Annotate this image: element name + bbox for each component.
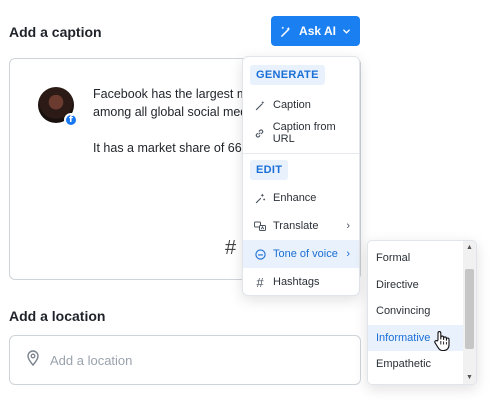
menu-item-enhance[interactable]: Enhance — [243, 184, 359, 212]
tone-option-formal[interactable]: Formal — [368, 245, 463, 272]
location-pin-icon — [26, 349, 40, 371]
magic-wand-icon — [253, 100, 267, 111]
menu-item-label: Hashtags — [273, 276, 320, 288]
scroll-down-icon[interactable]: ▼ — [465, 374, 474, 381]
tone-option-convincing[interactable]: Convincing — [368, 298, 463, 325]
menu-item-label: Translate — [273, 220, 319, 232]
translate-icon — [253, 221, 267, 232]
hash-icon: # — [256, 274, 264, 290]
menu-item-tone-of-voice[interactable]: Tone of voice › — [243, 240, 359, 268]
magic-wand-icon — [280, 25, 293, 38]
menu-divider — [243, 153, 359, 154]
menu-item-label: Enhance — [273, 192, 317, 204]
hand-cursor-icon — [433, 330, 451, 357]
location-section-title: Add a location — [9, 308, 106, 324]
chevron-right-icon: › — [346, 220, 350, 232]
submenu-scrollbar[interactable]: ▲ ▼ — [463, 241, 476, 384]
menu-item-caption[interactable]: Caption — [243, 91, 359, 119]
link-icon — [253, 128, 267, 139]
caption-section-title: Add a caption — [9, 24, 102, 40]
hashtag-icon[interactable]: # — [225, 237, 236, 260]
ask-ai-dropdown: GENERATE Caption Caption from URL EDIT E… — [242, 56, 360, 296]
tone-option-directive[interactable]: Directive — [368, 272, 463, 299]
location-input[interactable] — [50, 352, 330, 368]
scroll-thumb[interactable] — [465, 269, 474, 349]
smile-icon — [253, 248, 267, 260]
chevron-right-icon: › — [346, 248, 350, 260]
menu-item-label: Tone of voice — [273, 248, 338, 260]
scroll-up-icon[interactable]: ▲ — [465, 244, 474, 251]
sparkle-icon — [253, 193, 267, 204]
ask-ai-label: Ask AI — [299, 24, 336, 38]
menu-item-label: Caption — [273, 99, 311, 111]
menu-item-caption-from-url[interactable]: Caption from URL — [243, 119, 359, 147]
location-field[interactable] — [9, 335, 361, 385]
menu-item-label: Caption from URL — [272, 121, 336, 145]
menu-item-hashtags[interactable]: # Hashtags — [243, 268, 359, 296]
edit-header: EDIT — [250, 160, 289, 180]
tone-of-voice-submenu: Formal Directive Convincing Informative … — [367, 240, 477, 385]
chevron-down-icon — [342, 27, 351, 36]
menu-item-translate[interactable]: Translate › — [243, 212, 359, 240]
ask-ai-button[interactable]: Ask AI — [271, 16, 360, 46]
generate-header: GENERATE — [250, 65, 325, 85]
facebook-icon: f — [64, 113, 78, 127]
